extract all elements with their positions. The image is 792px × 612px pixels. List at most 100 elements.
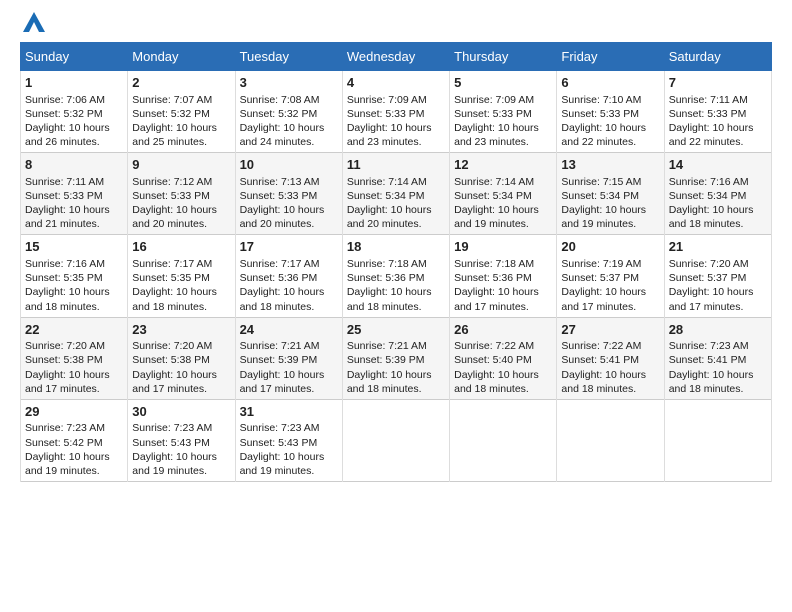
day-number: 19	[454, 238, 552, 256]
day-info-line: and 18 minutes.	[25, 300, 123, 314]
day-number: 3	[240, 74, 338, 92]
day-info-line: Sunrise: 7:06 AM	[25, 93, 123, 107]
calendar-cell: 5Sunrise: 7:09 AMSunset: 5:33 PMDaylight…	[450, 71, 557, 153]
day-info-line: Daylight: 10 hours	[132, 450, 230, 464]
calendar-header-row: SundayMondayTuesdayWednesdayThursdayFrid…	[21, 43, 772, 71]
day-number: 16	[132, 238, 230, 256]
day-info-line: and 21 minutes.	[25, 217, 123, 231]
day-info-line: Sunset: 5:33 PM	[669, 107, 767, 121]
day-info-line: Daylight: 10 hours	[561, 203, 659, 217]
calendar-cell: 9Sunrise: 7:12 AMSunset: 5:33 PMDaylight…	[128, 153, 235, 235]
calendar-cell: 27Sunrise: 7:22 AMSunset: 5:41 PMDayligh…	[557, 317, 664, 399]
day-info-line: Daylight: 10 hours	[669, 368, 767, 382]
day-info-line: Daylight: 10 hours	[25, 121, 123, 135]
calendar-cell: 16Sunrise: 7:17 AMSunset: 5:35 PMDayligh…	[128, 235, 235, 317]
calendar-cell	[342, 399, 449, 481]
day-info-line: Sunset: 5:41 PM	[561, 353, 659, 367]
day-number: 8	[25, 156, 123, 174]
calendar-cell: 4Sunrise: 7:09 AMSunset: 5:33 PMDaylight…	[342, 71, 449, 153]
calendar-cell	[664, 399, 771, 481]
day-number: 2	[132, 74, 230, 92]
day-number: 13	[561, 156, 659, 174]
day-info-line: and 18 minutes.	[347, 300, 445, 314]
calendar-cell: 30Sunrise: 7:23 AMSunset: 5:43 PMDayligh…	[128, 399, 235, 481]
calendar-cell: 29Sunrise: 7:23 AMSunset: 5:42 PMDayligh…	[21, 399, 128, 481]
day-info-line: Daylight: 10 hours	[132, 368, 230, 382]
day-info-line: Daylight: 10 hours	[25, 203, 123, 217]
calendar-cell: 28Sunrise: 7:23 AMSunset: 5:41 PMDayligh…	[664, 317, 771, 399]
day-number: 27	[561, 321, 659, 339]
day-info-line: Sunrise: 7:18 AM	[454, 257, 552, 271]
calendar-header-wednesday: Wednesday	[342, 43, 449, 71]
day-number: 26	[454, 321, 552, 339]
day-info-line: Sunset: 5:33 PM	[347, 107, 445, 121]
day-info-line: Sunset: 5:43 PM	[240, 436, 338, 450]
calendar-cell: 6Sunrise: 7:10 AMSunset: 5:33 PMDaylight…	[557, 71, 664, 153]
calendar-cell: 20Sunrise: 7:19 AMSunset: 5:37 PMDayligh…	[557, 235, 664, 317]
day-info-line: Daylight: 10 hours	[25, 368, 123, 382]
day-number: 1	[25, 74, 123, 92]
day-info-line: Sunset: 5:41 PM	[669, 353, 767, 367]
day-info-line: Sunrise: 7:11 AM	[669, 93, 767, 107]
day-info-line: Sunset: 5:34 PM	[347, 189, 445, 203]
day-info-line: and 20 minutes.	[347, 217, 445, 231]
day-info-line: Sunset: 5:34 PM	[454, 189, 552, 203]
day-info-line: Sunrise: 7:22 AM	[454, 339, 552, 353]
day-info-line: and 22 minutes.	[669, 135, 767, 149]
day-number: 17	[240, 238, 338, 256]
day-info-line: Sunset: 5:40 PM	[454, 353, 552, 367]
day-info-line: Daylight: 10 hours	[132, 203, 230, 217]
day-info-line: Sunrise: 7:11 AM	[25, 175, 123, 189]
logo-icon	[23, 12, 45, 32]
day-info-line: Daylight: 10 hours	[240, 285, 338, 299]
day-info-line: and 17 minutes.	[561, 300, 659, 314]
calendar-cell: 23Sunrise: 7:20 AMSunset: 5:38 PMDayligh…	[128, 317, 235, 399]
calendar-cell: 2Sunrise: 7:07 AMSunset: 5:32 PMDaylight…	[128, 71, 235, 153]
day-info-line: Sunset: 5:36 PM	[347, 271, 445, 285]
day-info-line: Daylight: 10 hours	[669, 121, 767, 135]
calendar-cell: 17Sunrise: 7:17 AMSunset: 5:36 PMDayligh…	[235, 235, 342, 317]
day-info-line: Sunset: 5:36 PM	[240, 271, 338, 285]
day-info-line: Daylight: 10 hours	[454, 203, 552, 217]
calendar-cell: 10Sunrise: 7:13 AMSunset: 5:33 PMDayligh…	[235, 153, 342, 235]
day-info-line: and 17 minutes.	[454, 300, 552, 314]
day-info-line: Sunrise: 7:09 AM	[454, 93, 552, 107]
day-info-line: Sunset: 5:33 PM	[561, 107, 659, 121]
day-info-line: Sunset: 5:32 PM	[240, 107, 338, 121]
day-info-line: and 18 minutes.	[561, 382, 659, 396]
day-number: 7	[669, 74, 767, 92]
day-info-line: Daylight: 10 hours	[561, 285, 659, 299]
calendar-week-row: 29Sunrise: 7:23 AMSunset: 5:42 PMDayligh…	[21, 399, 772, 481]
day-info-line: Sunrise: 7:22 AM	[561, 339, 659, 353]
day-info-line: and 17 minutes.	[25, 382, 123, 396]
day-info-line: and 18 minutes.	[669, 382, 767, 396]
calendar-header-thursday: Thursday	[450, 43, 557, 71]
day-info-line: Sunrise: 7:12 AM	[132, 175, 230, 189]
day-number: 21	[669, 238, 767, 256]
day-info-line: and 19 minutes.	[454, 217, 552, 231]
calendar-table: SundayMondayTuesdayWednesdayThursdayFrid…	[20, 42, 772, 482]
day-info-line: Sunrise: 7:14 AM	[347, 175, 445, 189]
calendar-cell: 24Sunrise: 7:21 AMSunset: 5:39 PMDayligh…	[235, 317, 342, 399]
day-number: 23	[132, 321, 230, 339]
day-info-line: Sunrise: 7:17 AM	[240, 257, 338, 271]
day-info-line: Sunrise: 7:17 AM	[132, 257, 230, 271]
day-info-line: Daylight: 10 hours	[347, 203, 445, 217]
day-info-line: and 18 minutes.	[347, 382, 445, 396]
day-info-line: Sunrise: 7:18 AM	[347, 257, 445, 271]
day-info-line: Sunrise: 7:10 AM	[561, 93, 659, 107]
calendar-header-saturday: Saturday	[664, 43, 771, 71]
day-info-line: and 26 minutes.	[25, 135, 123, 149]
day-number: 4	[347, 74, 445, 92]
calendar-cell: 21Sunrise: 7:20 AMSunset: 5:37 PMDayligh…	[664, 235, 771, 317]
calendar-cell: 11Sunrise: 7:14 AMSunset: 5:34 PMDayligh…	[342, 153, 449, 235]
day-info-line: and 20 minutes.	[132, 217, 230, 231]
day-number: 11	[347, 156, 445, 174]
day-info-line: Sunset: 5:39 PM	[240, 353, 338, 367]
day-info-line: Sunrise: 7:20 AM	[669, 257, 767, 271]
day-info-line: Sunrise: 7:07 AM	[132, 93, 230, 107]
day-info-line: and 18 minutes.	[454, 382, 552, 396]
day-number: 24	[240, 321, 338, 339]
day-info-line: Sunset: 5:43 PM	[132, 436, 230, 450]
calendar-cell: 13Sunrise: 7:15 AMSunset: 5:34 PMDayligh…	[557, 153, 664, 235]
